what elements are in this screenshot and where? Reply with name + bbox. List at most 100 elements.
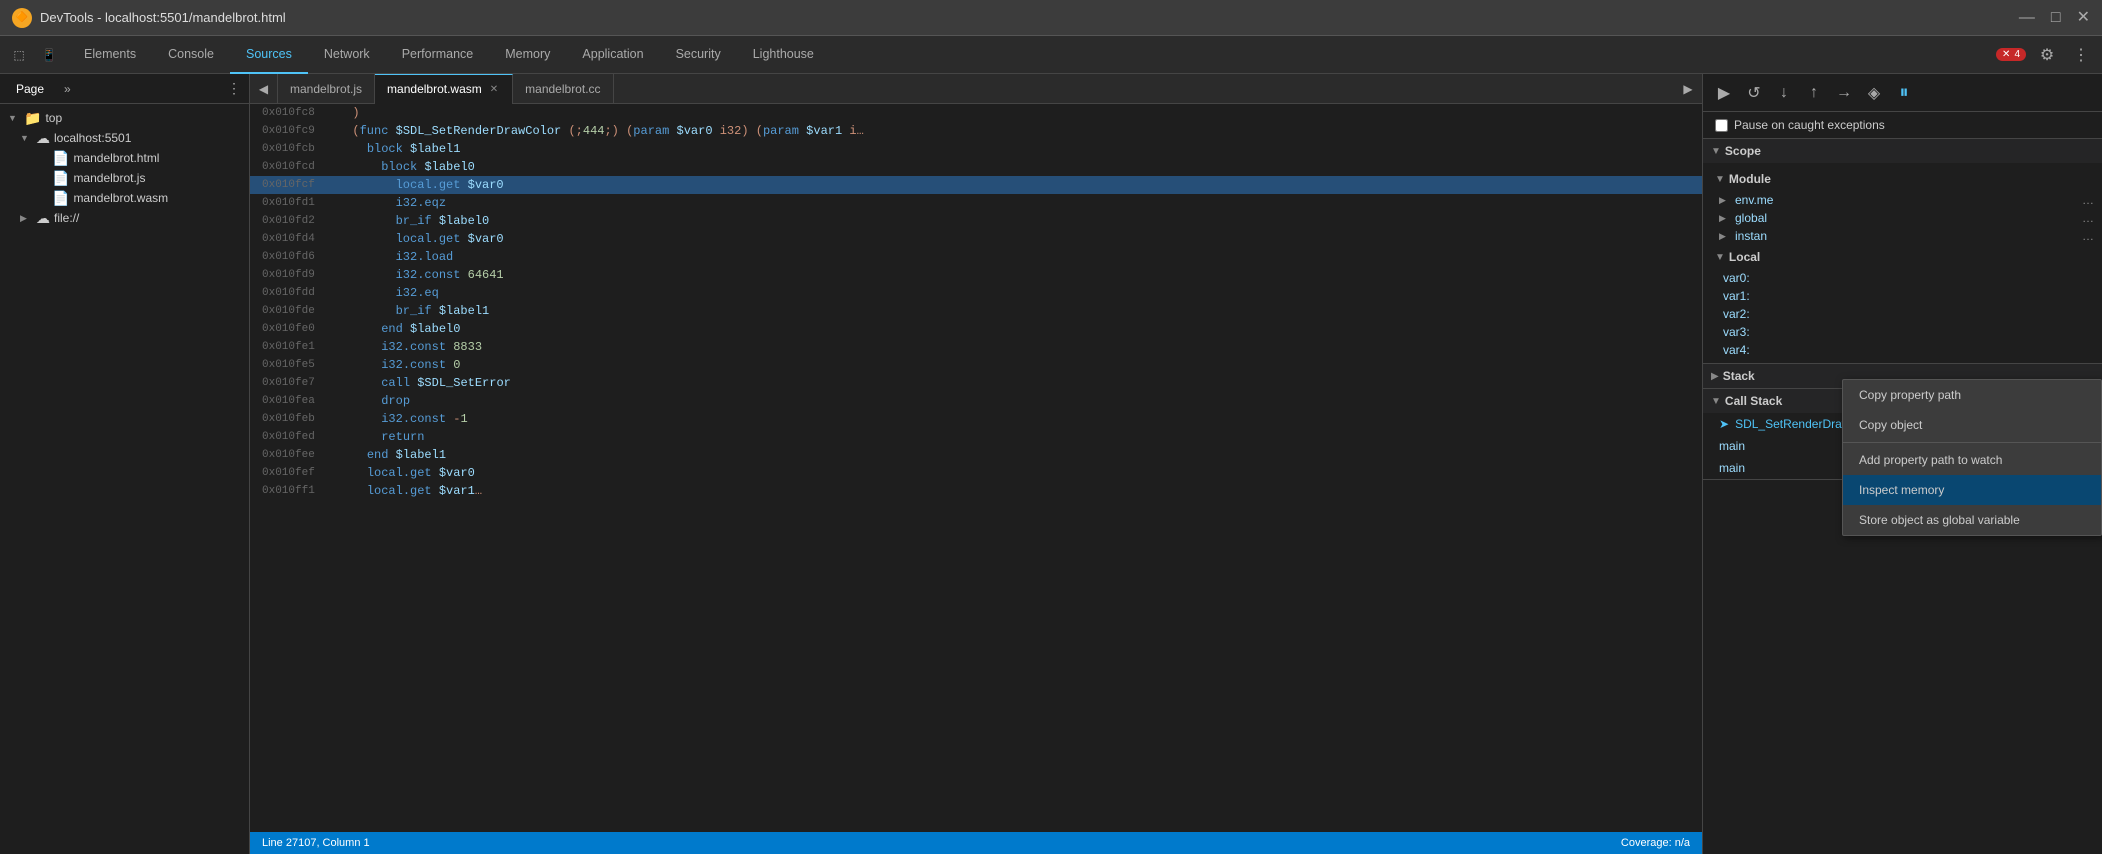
- code-line-content: call $SDL_SetError: [330, 374, 1702, 392]
- tab-elements[interactable]: Elements: [68, 36, 152, 74]
- tab-network[interactable]: Network: [308, 36, 386, 74]
- table-row[interactable]: 0x010fef local.get $var0: [250, 464, 1702, 482]
- code-line-content: block $label0: [330, 158, 1702, 176]
- close-tab-icon[interactable]: ✕: [488, 82, 500, 97]
- tab-performance[interactable]: Performance: [386, 36, 490, 74]
- deactivate-button[interactable]: ◈: [1861, 80, 1887, 106]
- status-bar: Line 27107, Column 1 Coverage: n/a: [250, 832, 1702, 854]
- pause-button[interactable]: ⏸: [1891, 80, 1917, 106]
- module-header[interactable]: ▼ Module: [1703, 167, 2102, 191]
- code-line-content: local.get $var1…: [330, 482, 1702, 500]
- table-row[interactable]: 0x010fea drop: [250, 392, 1702, 410]
- tab-console[interactable]: Console: [152, 36, 230, 74]
- ellipsis-icon: …: [2082, 193, 2094, 207]
- file-tab-wasm[interactable]: mandelbrot.wasm ✕: [375, 74, 513, 104]
- context-menu-inspect-memory[interactable]: Inspect memory: [1843, 475, 2101, 505]
- collapse-sidebar-button[interactable]: ◀: [250, 74, 278, 104]
- table-row[interactable]: 0x010ff1 local.get $var1…: [250, 482, 1702, 500]
- table-row[interactable]: 0x010fe7 call $SDL_SetError: [250, 374, 1702, 392]
- table-row[interactable]: 0x010fd2 br_if $label0: [250, 212, 1702, 230]
- table-row[interactable]: 0x010fe0 end $label0: [250, 320, 1702, 338]
- step-over-long-button[interactable]: ↺: [1741, 80, 1767, 106]
- table-row[interactable]: 0x010fde br_if $label1: [250, 302, 1702, 320]
- more-button[interactable]: ⋮: [2068, 42, 2094, 68]
- scope-title: Scope: [1725, 144, 1761, 158]
- more-tabs-button[interactable]: ▶: [1674, 74, 1702, 104]
- code-line-content: ): [330, 104, 1702, 122]
- step-into-button[interactable]: ↓: [1771, 80, 1797, 106]
- scope-item-var2[interactable]: var2:: [1703, 305, 2102, 323]
- file-tab-cc[interactable]: mandelbrot.cc: [513, 74, 613, 104]
- code-area[interactable]: 0x010fc8 )0x010fc9 (func $SDL_SetRenderD…: [250, 104, 1702, 832]
- code-address: 0x010fe7: [250, 374, 330, 392]
- table-row[interactable]: 0x010fee end $label1: [250, 446, 1702, 464]
- pause-checkbox[interactable]: [1715, 119, 1728, 132]
- table-row[interactable]: 0x010fdd i32.eq: [250, 284, 1702, 302]
- local-header[interactable]: ▼ Local: [1703, 245, 2102, 269]
- chevron-down-icon: ▼: [1711, 146, 1721, 157]
- scope-header[interactable]: ▼ Scope: [1703, 139, 2102, 163]
- code-address: 0x010fd9: [250, 266, 330, 284]
- table-row[interactable]: 0x010fc9 (func $SDL_SetRenderDrawColor (…: [250, 122, 1702, 140]
- sidebar-item-top[interactable]: ▼ 📁 top: [0, 108, 249, 128]
- table-row[interactable]: 0x010fd1 i32.eqz: [250, 194, 1702, 212]
- file-tabs: ◀ mandelbrot.js mandelbrot.wasm ✕ mandel…: [250, 74, 1702, 104]
- table-row[interactable]: 0x010fe5 i32.const 0: [250, 356, 1702, 374]
- chevron-right-icon: ▶: [1719, 231, 1731, 242]
- code-line-content: local.get $var0: [330, 176, 1702, 194]
- chevron-down-icon: ▼: [1715, 174, 1725, 185]
- table-row[interactable]: 0x010fcb block $label1: [250, 140, 1702, 158]
- tab-sources[interactable]: Sources: [230, 36, 308, 74]
- table-row[interactable]: 0x010fd6 i32.load: [250, 248, 1702, 266]
- file-tab-js[interactable]: mandelbrot.js: [278, 74, 375, 104]
- chevron-down-icon: ▼: [8, 113, 20, 123]
- sidebar-item-html[interactable]: 📄 mandelbrot.html: [0, 148, 249, 168]
- context-menu-store-global[interactable]: Store object as global variable: [1843, 505, 2101, 535]
- settings-button[interactable]: ⚙: [2034, 42, 2060, 68]
- scope-item-var3[interactable]: var3:: [1703, 323, 2102, 341]
- scope-item-global[interactable]: ▶ global …: [1703, 209, 2102, 227]
- step-out-button[interactable]: ↑: [1801, 80, 1827, 106]
- table-row[interactable]: 0x010fd4 local.get $var0: [250, 230, 1702, 248]
- sidebar-item-localhost[interactable]: ▼ ☁ localhost:5501: [0, 128, 249, 148]
- close-button[interactable]: ✕: [2077, 10, 2090, 26]
- sidebar-item-file[interactable]: ▶ ☁ file://: [0, 208, 249, 228]
- code-address: 0x010feb: [250, 410, 330, 428]
- sidebar-menu-button[interactable]: ⋮: [227, 80, 241, 97]
- error-badge[interactable]: ✕ 4: [1996, 48, 2026, 61]
- table-row[interactable]: 0x010fc8 ): [250, 104, 1702, 122]
- table-row[interactable]: 0x010fd9 i32.const 64641: [250, 266, 1702, 284]
- sidebar-tab-page[interactable]: Page: [8, 82, 52, 96]
- table-row[interactable]: 0x010fe1 i32.const 8833: [250, 338, 1702, 356]
- scope-item-env[interactable]: ▶ env.me …: [1703, 191, 2102, 209]
- scope-item-instan[interactable]: ▶ instan …: [1703, 227, 2102, 245]
- tab-lighthouse[interactable]: Lighthouse: [737, 36, 830, 74]
- scope-item-var4[interactable]: var4:: [1703, 341, 2102, 359]
- minimize-button[interactable]: —: [2019, 10, 2035, 26]
- tab-security[interactable]: Security: [660, 36, 737, 74]
- context-menu-add-watch[interactable]: Add property path to watch: [1843, 445, 2101, 475]
- html-file-icon: 📄: [52, 150, 69, 167]
- tab-memory[interactable]: Memory: [489, 36, 566, 74]
- table-row[interactable]: 0x010fcd block $label0: [250, 158, 1702, 176]
- scope-item-var0[interactable]: var0:: [1703, 269, 2102, 287]
- scope-item-var1[interactable]: var1:: [1703, 287, 2102, 305]
- table-row[interactable]: 0x010fcf local.get $var0: [250, 176, 1702, 194]
- sidebar-item-js[interactable]: 📄 mandelbrot.js: [0, 168, 249, 188]
- window-controls: — □ ✕: [2019, 10, 2090, 26]
- tab-application[interactable]: Application: [566, 36, 659, 74]
- code-line-content: i32.const -1: [330, 410, 1702, 428]
- table-row[interactable]: 0x010feb i32.const -1: [250, 410, 1702, 428]
- sidebar-tab-more[interactable]: »: [56, 82, 79, 96]
- inspect-icon[interactable]: ⬚: [8, 44, 30, 66]
- code-line-content: i32.const 64641: [330, 266, 1702, 284]
- device-icon[interactable]: 📱: [38, 44, 60, 66]
- sidebar-item-wasm[interactable]: 📄 mandelbrot.wasm: [0, 188, 249, 208]
- window-title: DevTools - localhost:5501/mandelbrot.htm…: [40, 10, 2011, 25]
- step-button[interactable]: →: [1831, 80, 1857, 106]
- context-menu-copy-object[interactable]: Copy object: [1843, 410, 2101, 440]
- maximize-button[interactable]: □: [2051, 10, 2061, 26]
- context-menu-copy-path[interactable]: Copy property path: [1843, 380, 2101, 410]
- table-row[interactable]: 0x010fed return: [250, 428, 1702, 446]
- resume-button[interactable]: ▶: [1711, 80, 1737, 106]
